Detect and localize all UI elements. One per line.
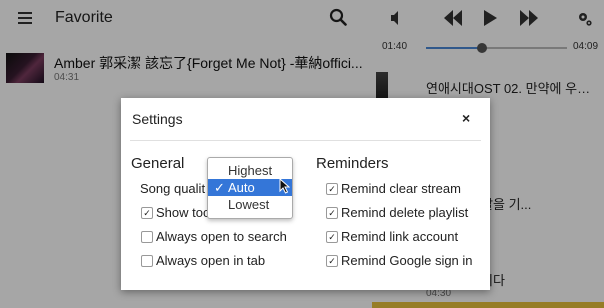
dialog-title: Settings bbox=[132, 111, 183, 127]
remind-google-signin-checkbox[interactable]: ✓ bbox=[326, 255, 338, 267]
always-open-tab-checkbox[interactable] bbox=[141, 255, 153, 267]
dropdown-option-lowest[interactable]: Lowest bbox=[208, 196, 292, 213]
remind-link-account-checkbox[interactable]: ✓ bbox=[326, 231, 338, 243]
dropdown-option-highest[interactable]: Highest bbox=[208, 162, 292, 179]
checkmark-icon: ✓ bbox=[214, 180, 225, 195]
remind-clear-stream-label: Remind clear stream bbox=[341, 181, 461, 196]
show-checkbox[interactable]: ✓ bbox=[141, 207, 153, 219]
option-label: Highest bbox=[228, 163, 273, 178]
always-open-tab-label: Always open in tab bbox=[156, 253, 266, 268]
general-section-title: General bbox=[131, 155, 185, 172]
option-label: Auto bbox=[228, 180, 255, 195]
remind-link-account-label: Remind link account bbox=[341, 229, 459, 244]
remind-delete-playlist-label: Remind delete playlist bbox=[341, 205, 469, 220]
remind-google-signin-label: Remind Google sign in bbox=[341, 253, 473, 268]
option-label: Lowest bbox=[228, 197, 270, 212]
always-open-search-label: Always open to search bbox=[156, 229, 287, 244]
app-window: Favorite Amber 郭采潔 該忘了{Forget Me Not} -華… bbox=[0, 0, 604, 308]
close-icon[interactable]: × bbox=[462, 110, 470, 126]
reminders-section-title: Reminders bbox=[316, 155, 389, 172]
remind-delete-playlist-checkbox[interactable]: ✓ bbox=[326, 207, 338, 219]
dialog-divider bbox=[130, 140, 481, 141]
show-label: Show toc bbox=[156, 205, 210, 220]
always-open-search-checkbox[interactable] bbox=[141, 231, 153, 243]
mouse-cursor-icon bbox=[279, 178, 290, 194]
settings-dialog: Settings × General Song qualit ✓ Show to… bbox=[121, 98, 490, 290]
remind-clear-stream-checkbox[interactable]: ✓ bbox=[326, 183, 338, 195]
song-quality-label: Song qualit bbox=[140, 181, 206, 196]
